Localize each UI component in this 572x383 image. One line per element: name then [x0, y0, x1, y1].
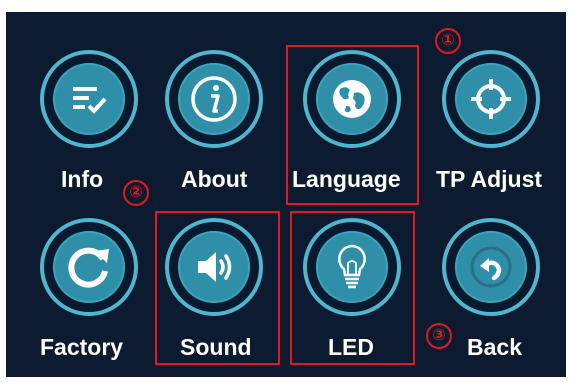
settings-screen: Info About Language TP Adjust Factory So… — [6, 12, 566, 377]
info-button-face — [53, 63, 125, 135]
back-button-ring[interactable] — [442, 218, 540, 316]
marker-3: ③ — [426, 323, 452, 349]
refresh-icon — [68, 247, 109, 288]
checklist-icon — [73, 87, 107, 114]
crosshair-icon — [471, 79, 511, 119]
factory-label: Factory — [40, 334, 124, 360]
about-button-ring[interactable] — [165, 50, 263, 148]
factory-button-face — [53, 231, 125, 303]
language-highlight-box — [286, 45, 419, 205]
info-label: Info — [61, 166, 104, 192]
marker-2: ② — [123, 180, 149, 206]
info-icon — [191, 76, 237, 122]
tp-adjust-button-ring[interactable] — [442, 50, 540, 148]
factory-button-ring[interactable] — [40, 218, 138, 316]
marker-1: ① — [435, 28, 461, 54]
back-button-face — [455, 231, 527, 303]
about-button-face — [178, 63, 250, 135]
info-button-ring[interactable] — [40, 50, 138, 148]
sound-highlight-box — [155, 211, 280, 365]
tp-adjust-label: TP Adjust — [436, 166, 543, 192]
tp-adjust-button-face — [455, 63, 527, 135]
about-label: About — [181, 166, 248, 192]
back-label: Back — [467, 334, 522, 360]
led-highlight-box — [290, 211, 415, 365]
back-arrow-icon — [470, 246, 512, 288]
